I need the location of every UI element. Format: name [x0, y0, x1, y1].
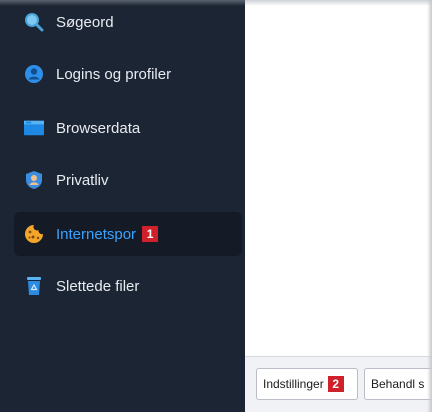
sidebar: Søgeord Logins og profiler Browserdata P…	[0, 0, 245, 412]
sidebar-item-label: Logins og profiler	[56, 65, 172, 83]
cookie-icon	[24, 224, 44, 244]
process-button[interactable]: Behandl s	[364, 368, 432, 400]
sidebar-item-browser-data[interactable]: Browserdata	[14, 106, 242, 150]
user-icon	[24, 64, 44, 84]
sidebar-item-label: Slettede filer	[56, 277, 140, 295]
app-window: Søgeord Logins og profiler Browserdata P…	[0, 0, 432, 412]
step-badge: 2	[327, 376, 344, 392]
sidebar-item-label: Internetspor	[56, 225, 137, 243]
window-top-edge	[0, 0, 432, 6]
sidebar-item-search-terms[interactable]: Søgeord	[14, 0, 242, 44]
browser-icon	[24, 118, 44, 138]
recycle-bin-icon	[24, 276, 44, 296]
shield-icon	[24, 170, 44, 190]
sidebar-item-label: Privatliv	[56, 171, 109, 189]
settings-button-label: Indstillinger	[263, 377, 324, 391]
settings-button[interactable]: Indstillinger 2	[256, 368, 358, 400]
search-icon	[24, 12, 44, 32]
step-badge: 1	[142, 226, 159, 242]
sidebar-item-label: Søgeord	[56, 13, 114, 31]
window-right-edge	[427, 0, 432, 412]
sidebar-item-logins-profiles[interactable]: Logins og profiler	[14, 52, 242, 96]
sidebar-item-deleted-files[interactable]: Slettede filer	[14, 264, 242, 308]
sidebar-item-internet-traces[interactable]: Internetspor 1	[14, 212, 242, 256]
process-button-label: Behandl s	[371, 377, 425, 391]
sidebar-item-label: Browserdata	[56, 119, 141, 137]
content-pane	[245, 0, 432, 356]
sidebar-item-privacy[interactable]: Privatliv	[14, 158, 242, 202]
